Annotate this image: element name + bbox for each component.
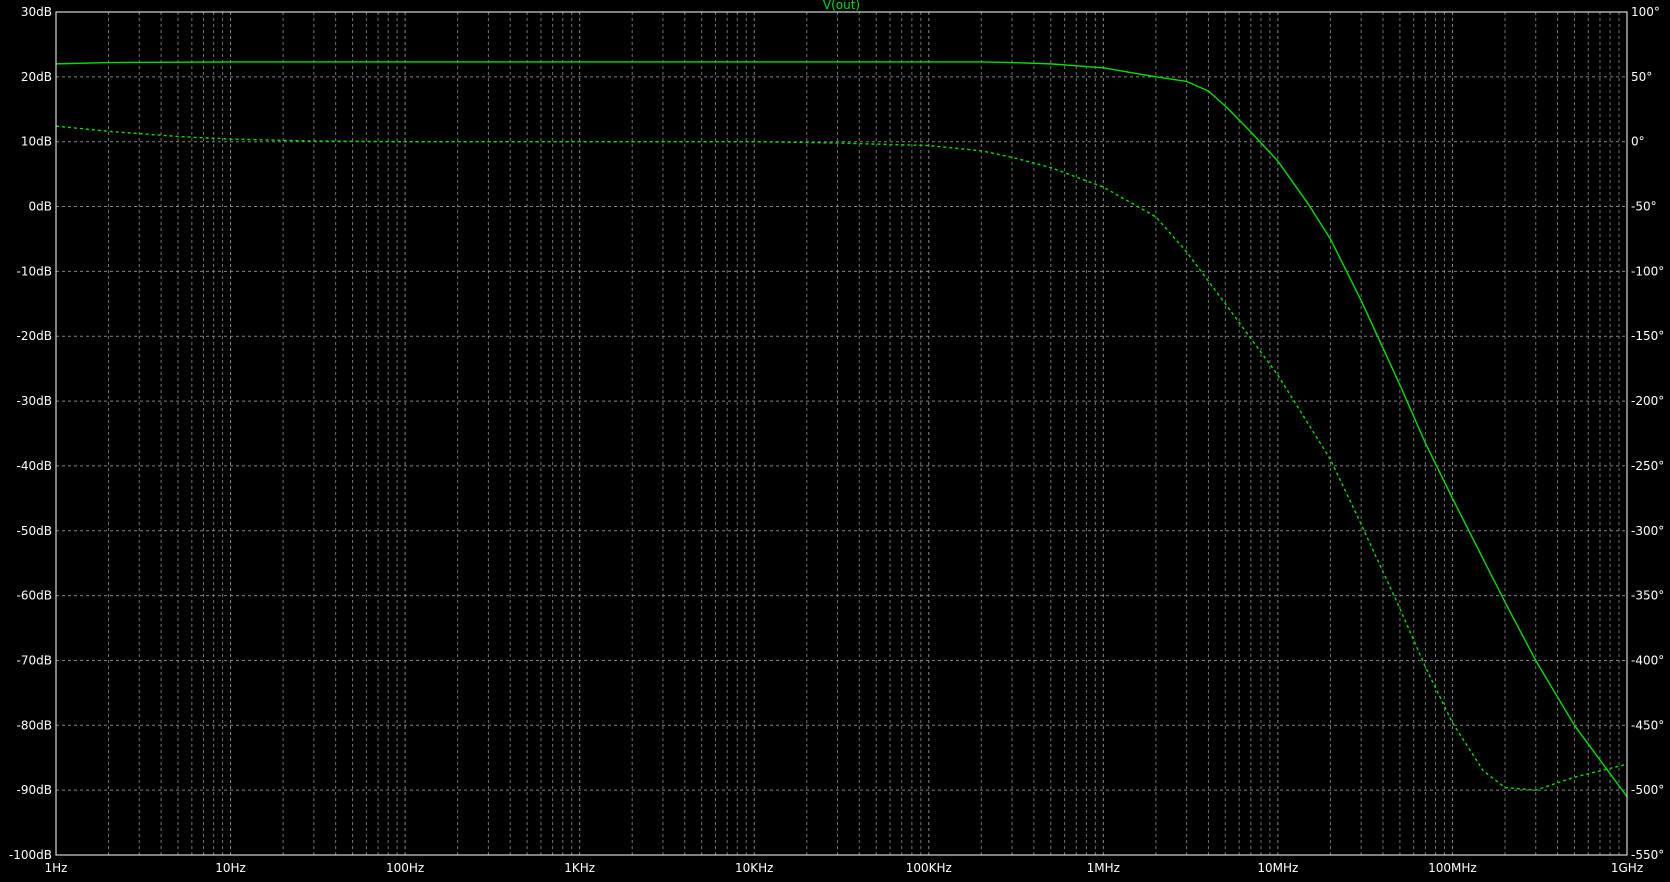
y-left-tick-label: -30dB [17, 394, 52, 408]
x-tick-label: 1KHz [564, 861, 595, 875]
y-right-tick-label: 50° [1631, 70, 1652, 84]
x-tick-label: 10MHz [1257, 861, 1298, 875]
y-right-tick-label: -200° [1631, 394, 1664, 408]
y-left-tick-label: -90dB [17, 783, 52, 797]
y-left-tick-label: -100dB [9, 848, 52, 862]
y-left-tick-label: 0dB [29, 200, 52, 214]
y-right-tick-label: -550° [1631, 848, 1664, 862]
x-tick-label: 100KHz [906, 861, 952, 875]
y-left-tick-label: -80dB [17, 718, 52, 732]
y-right-tick-label: 0° [1631, 135, 1645, 149]
y-left-tick-label: -70dB [17, 653, 52, 667]
y-right-tick-label: -250° [1631, 459, 1664, 473]
x-tick-label: 1GHz [1611, 861, 1643, 875]
y-right-tick-label: -150° [1631, 329, 1664, 343]
y-right-tick-label: -400° [1631, 653, 1664, 667]
y-right-tick-label: -50° [1631, 200, 1657, 214]
y-left-tick-label: 20dB [21, 70, 52, 84]
x-tick-label: 10KHz [735, 861, 773, 875]
x-tick-label: 100MHz [1428, 861, 1477, 875]
y-left-tick-label: 30dB [21, 5, 52, 19]
y-left-tick-label: -60dB [17, 589, 52, 603]
y-right-tick-label: -450° [1631, 718, 1664, 732]
y-left-tick-label: 10dB [21, 135, 52, 149]
y-right-tick-label: -100° [1631, 264, 1664, 278]
trace-title: V(out) [823, 0, 860, 12]
bode-plot: 1Hz 10Hz 100Hz 1KHz 10KHz 100KHz 1MHz 10MHz 100M… [0, 0, 1670, 882]
x-tick-label: 100Hz [386, 861, 424, 875]
y-left-tick-label: -50dB [17, 524, 52, 538]
y-left-tick-label: -10dB [17, 264, 52, 278]
plot-background [0, 0, 1670, 882]
y-left-tick-label: -20dB [17, 329, 52, 343]
y-left-tick-label: -40dB [17, 459, 52, 473]
x-tick-label: 1MHz [1087, 861, 1120, 875]
y-right-tick-label: -350° [1631, 589, 1664, 603]
y-right-tick-label: 100° [1631, 5, 1660, 19]
x-tick-label: 1Hz [45, 861, 68, 875]
y-right-tick-label: -300° [1631, 524, 1664, 538]
x-tick-label: 10Hz [215, 861, 246, 875]
y-right-tick-label: -500° [1631, 783, 1664, 797]
